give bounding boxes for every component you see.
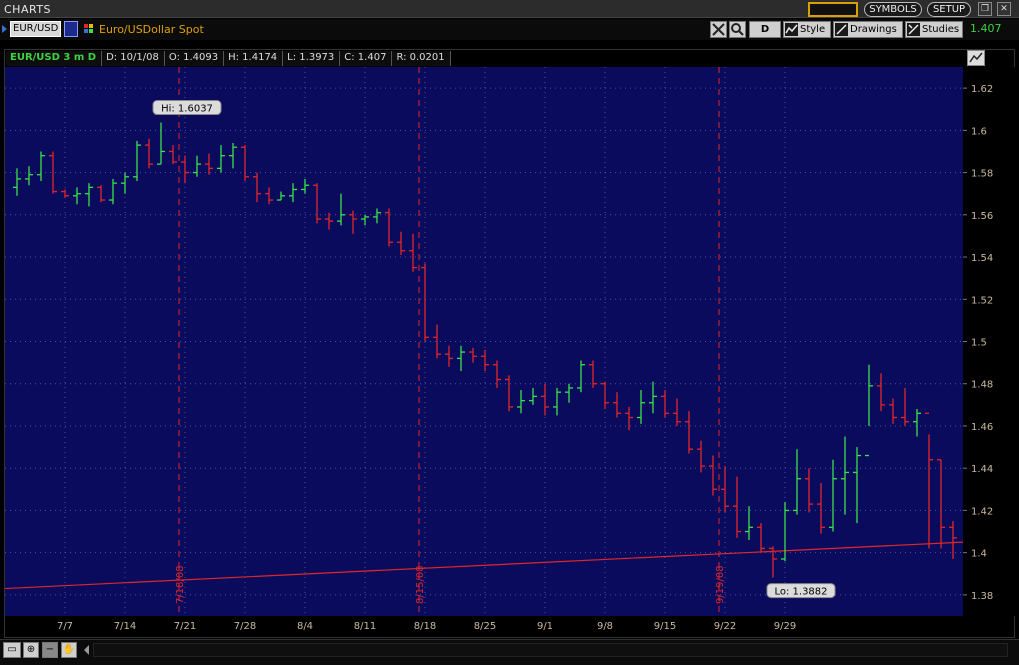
x-tick-label: 8/11 — [354, 621, 376, 632]
y-tick-label: 1.46 — [971, 422, 993, 433]
x-tick-label: 9/1 — [537, 621, 553, 632]
y-tick-label: 1.52 — [971, 295, 993, 306]
bar-low: L: 1.3973 — [283, 51, 341, 66]
y-tick-label: 1.62 — [971, 84, 993, 95]
chart-symbol-period: EUR/USD 3 m D — [6, 51, 103, 66]
y-tick-label: 1.44 — [971, 464, 993, 475]
low-callout: Lo: 1.3882 — [766, 583, 836, 599]
y-tick-label: 1.56 — [971, 211, 993, 222]
y-tick-label: 1.42 — [971, 506, 993, 517]
scroll-left-icon[interactable] — [84, 645, 89, 655]
bar-close: C: 1.407 — [340, 51, 393, 66]
event-marker-label: 9/19/08 — [715, 565, 726, 604]
x-tick-label: 7/28 — [234, 621, 256, 632]
x-tick-label: 7/14 — [114, 621, 136, 632]
y-tick-label: 1.4 — [971, 549, 987, 560]
chart-settings-icon[interactable] — [967, 50, 985, 66]
zoom-out-icon[interactable]: − — [42, 642, 58, 658]
y-tick-label: 1.48 — [971, 380, 993, 391]
x-tick-label: 8/25 — [474, 621, 496, 632]
bar-range: R: 0.0201 — [392, 51, 451, 66]
x-tick-label: 7/7 — [57, 621, 73, 632]
low-callout-text: Lo: 1.3882 — [774, 587, 827, 598]
x-tick-label: 9/22 — [714, 621, 736, 632]
event-marker-label: 8/15/08 — [415, 565, 426, 604]
high-callout: Hi: 1.6037 — [152, 100, 222, 116]
y-tick-label: 1.38 — [971, 591, 993, 602]
y-tick-label: 1.6 — [971, 126, 987, 137]
y-tick-label: 1.5 — [971, 338, 987, 349]
high-callout-text: Hi: 1.6037 — [161, 104, 213, 115]
bar-high: H: 1.4174 — [224, 51, 284, 66]
time-scrollbar[interactable] — [93, 643, 1008, 657]
zoom-in-icon[interactable]: ⊕ — [23, 642, 39, 658]
layout-icon[interactable]: ▭ — [3, 642, 21, 658]
x-tick-label: 7/21 — [174, 621, 196, 632]
x-tick-label: 9/29 — [774, 621, 796, 632]
bar-open: O: 1.4093 — [164, 51, 225, 66]
y-tick-label: 1.54 — [971, 253, 993, 264]
bar-date: D: 10/1/08 — [102, 51, 165, 66]
price-chart[interactable]: 7/18/08 8/15/08 9/19/08 1.62 1.6 1.58 1.56 1.5… — [0, 0, 1019, 665]
ohlc-infobar: EUR/USD 3 m D D: 10/1/08 O: 1.4093 H: 1.… — [6, 51, 451, 66]
x-tick-label: 9/15 — [654, 621, 676, 632]
x-tick-label: 8/18 — [414, 621, 436, 632]
event-marker-label: 7/18/08 — [175, 565, 186, 604]
chart-bottombar: ▭ ⊕ − ✋ — [0, 639, 1019, 665]
x-tick-label: 9/8 — [597, 621, 613, 632]
y-tick-label: 1.58 — [971, 169, 993, 180]
x-tick-label: 8/4 — [297, 621, 313, 632]
pan-hand-icon[interactable]: ✋ — [61, 642, 77, 658]
